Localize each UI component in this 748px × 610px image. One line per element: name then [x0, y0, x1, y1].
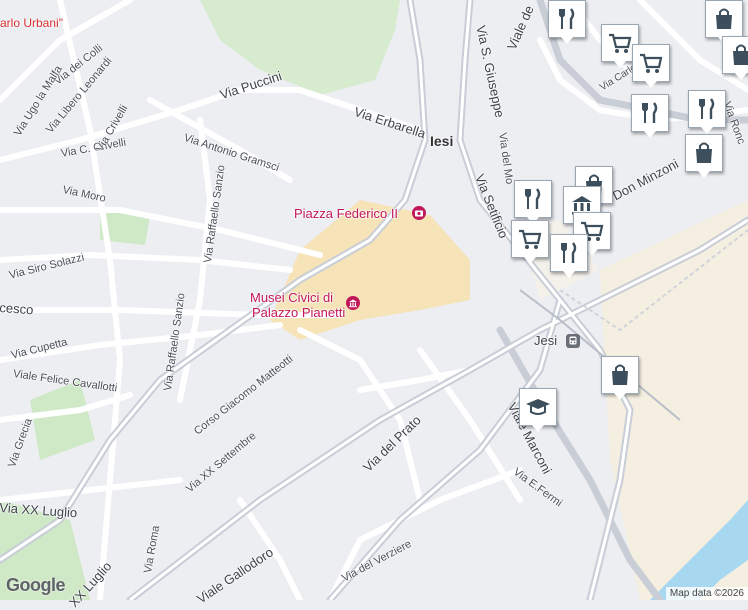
- label-town: Iesi: [430, 133, 454, 149]
- marker-restaurant[interactable]: [550, 234, 588, 278]
- marker-shopping-cart[interactable]: [632, 44, 670, 88]
- restaurant-icon: [642, 102, 658, 123]
- marker-school[interactable]: [519, 388, 557, 432]
- school-icon: [526, 399, 550, 415]
- marker-restaurant[interactable]: [688, 90, 726, 134]
- marker-shopping-bag[interactable]: [685, 134, 723, 178]
- label-musei-civici-line2: Palazzo Pianetti: [252, 305, 346, 320]
- shopping-bag-icon: [696, 142, 712, 163]
- marker-shopping-cart[interactable]: [511, 220, 549, 264]
- camera-icon[interactable]: [412, 206, 426, 220]
- shopping-cart-icon: [519, 229, 542, 249]
- shopping-bag-icon: [612, 364, 628, 385]
- label-cesco: cesco: [0, 300, 34, 318]
- label-carlo-urbani: arlo Urbani": [0, 16, 63, 30]
- label-piazza-federico: Piazza Federico II: [294, 206, 399, 221]
- shopping-bag-icon: [716, 8, 732, 29]
- label-musei-civici-line1: Musei Civici di: [250, 290, 334, 305]
- marker-shopping-bag[interactable]: [722, 36, 748, 80]
- map-attribution[interactable]: Map data ©2026: [665, 587, 748, 600]
- marker-restaurant[interactable]: [514, 180, 552, 224]
- shopping-cart-icon: [640, 53, 663, 73]
- restaurant-icon: [699, 98, 715, 119]
- museum-icon[interactable]: [346, 296, 360, 310]
- label-iesi-station: Jesi: [534, 333, 558, 348]
- marker-restaurant[interactable]: [548, 0, 586, 44]
- train-station-icon[interactable]: [566, 334, 580, 348]
- shopping-bag-icon: [733, 44, 748, 65]
- restaurant-icon: [525, 188, 541, 209]
- marker-shopping-bag[interactable]: [705, 0, 743, 44]
- restaurant-icon: [559, 8, 575, 29]
- shopping-cart-icon: [609, 33, 632, 53]
- restaurant-icon: [561, 242, 577, 263]
- map-canvas[interactable]: [0, 0, 748, 600]
- marker-shopping-bag[interactable]: [601, 356, 639, 400]
- google-logo[interactable]: Google: [6, 575, 66, 596]
- marker-restaurant[interactable]: [631, 94, 669, 138]
